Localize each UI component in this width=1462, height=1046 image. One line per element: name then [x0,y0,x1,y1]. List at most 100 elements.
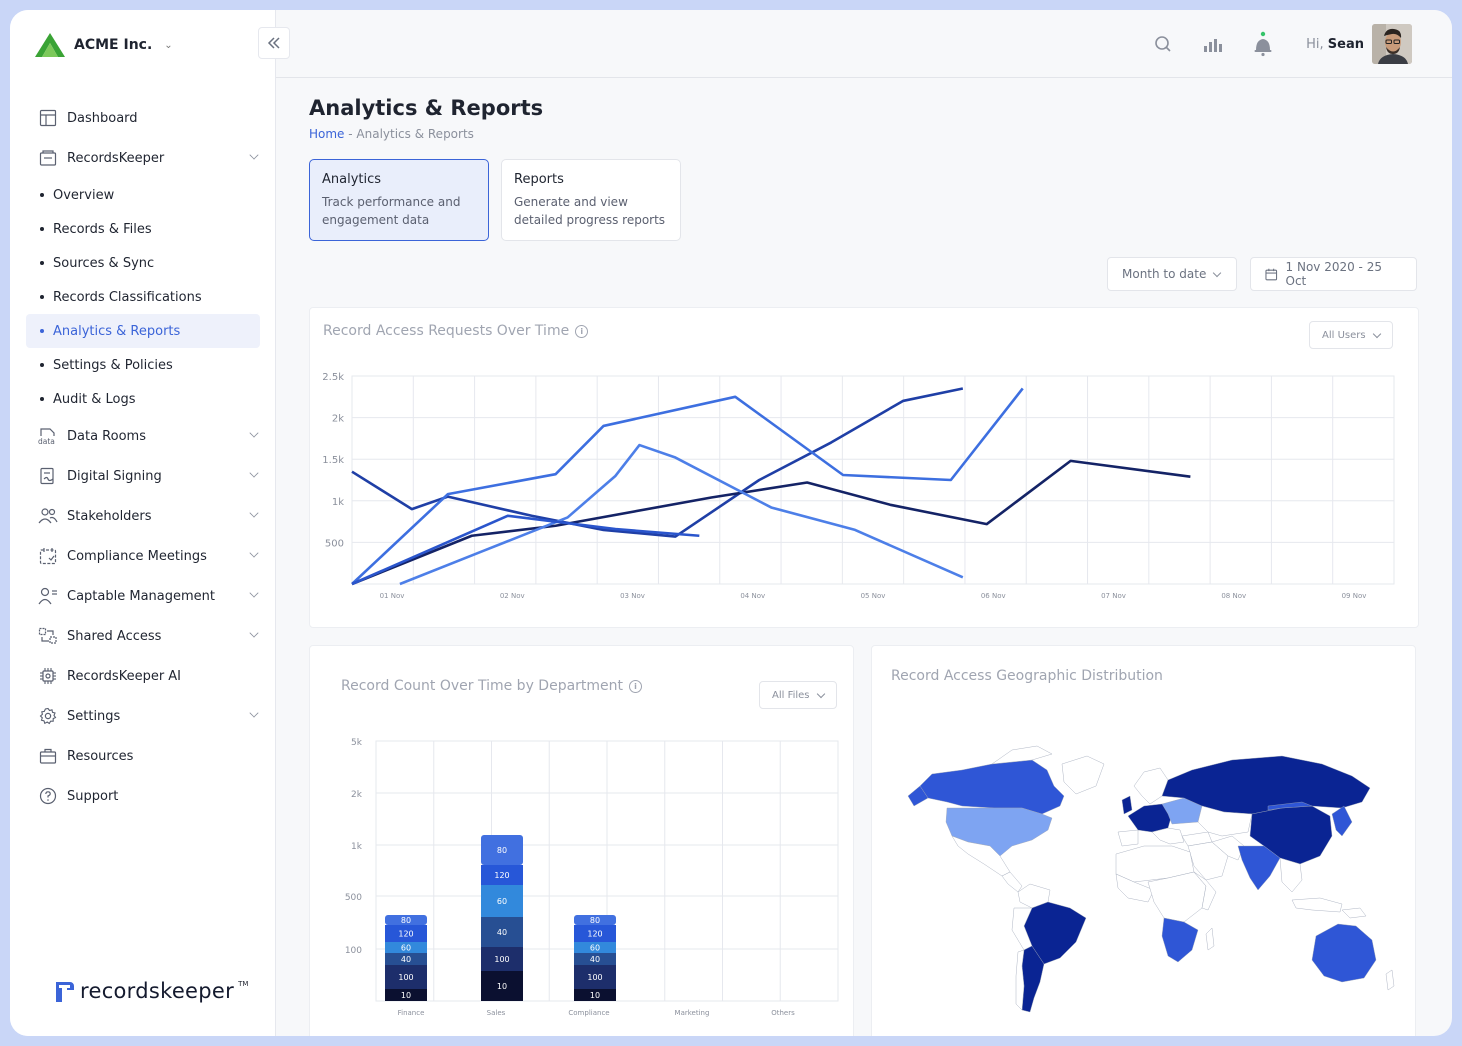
x-tick-label: 03 Nov [620,592,645,600]
briefcase-icon [38,746,58,766]
sidebar-subitem-overview[interactable]: Overview [26,178,260,212]
sidebar-item-settings[interactable]: Settings [26,696,260,736]
bar-data-label: 10 [590,991,600,1000]
sidebar-subitem-records-files[interactable]: Records & Files [26,212,260,246]
chevron-down-icon [249,588,259,598]
chevron-down-icon [249,508,259,518]
bar-data-label: 60 [590,944,600,953]
double-chevron-left-icon [267,37,280,49]
y-tick-label: 2k [351,790,363,800]
sidebar-subitem-label: Sources & Sync [53,255,155,271]
sidebar-item-captable-management[interactable]: Captable Management [26,576,260,616]
sidebar-item-label: Dashboard [67,110,138,126]
bar-data-label: 10 [497,982,507,991]
org-switcher[interactable]: ACME Inc. ⌄ [34,30,173,60]
stakeholders-icon [38,506,58,526]
sidebar-subitem-label: Records & Files [53,221,152,237]
tab-analytics[interactable]: Analytics Track performance and engageme… [309,159,489,241]
breadcrumb: Home - Analytics & Reports [309,127,474,141]
x-tick-label: Others [771,1009,795,1017]
sidebar-subitem-audit-logs[interactable]: Audit & Logs [26,382,260,416]
x-tick-label: 09 Nov [1342,592,1367,600]
sidebar-item-label: Compliance Meetings [67,548,207,564]
recordskeeper-logo-icon [56,982,74,1002]
sidebar-item-dashboard[interactable]: Dashboard [26,98,260,138]
x-tick-label: Marketing [675,1009,710,1017]
chevron-down-icon [1213,268,1222,277]
y-tick-label: 2.5k [322,372,344,383]
tab-analytics-title: Analytics [322,172,382,187]
bell-icon[interactable] [1250,31,1276,57]
avatar[interactable] [1372,24,1412,64]
map-region-madagascar [1205,927,1215,951]
plot-border [351,375,1395,585]
y-tick-label: 100 [345,946,362,956]
date-range-picker[interactable]: 1 Nov 2020 - 25 Oct [1250,257,1417,291]
ai-chip-icon [38,666,58,686]
x-tick-label: 07 Nov [1101,592,1126,600]
bar-data-label: 100 [494,955,509,964]
breadcrumb-current: Analytics & Reports [356,127,474,141]
sidebar-item-label: Settings [67,708,121,724]
analytics-icon[interactable] [1200,31,1226,57]
sidebar-item-resources[interactable]: Resources [26,736,260,776]
bar-data-label: 60 [497,897,507,906]
bullet-icon [40,193,44,197]
sidebar-subitem-records-classifications[interactable]: Records Classifications [26,280,260,314]
map-region-greenland [1061,755,1105,795]
sidebar-item-label: Digital Signing [67,468,162,484]
map-region-scandinavia [1133,767,1169,805]
sidebar-item-stakeholders[interactable]: Stakeholders [26,496,260,536]
x-tick-label: 06 Nov [981,592,1006,600]
chevron-down-icon [249,428,259,438]
collapse-sidebar-button[interactable] [258,27,290,59]
tab-reports[interactable]: Reports Generate and view detailed progr… [501,159,681,241]
y-tick-label: 1k [332,497,344,508]
org-name: ACME Inc. [74,37,153,53]
map-region-uk [1121,795,1133,815]
bullet-icon [40,261,44,265]
y-tick-label: 1k [351,842,363,852]
line-chart-grid [351,375,1395,585]
sidebar-item-data-rooms[interactable]: data Data Rooms [26,416,260,456]
period-select[interactable]: Month to date [1107,257,1237,291]
line-chart-card: Record Access Requests Over Time i All U… [309,307,1419,628]
sidebar-subitem-settings-policies[interactable]: Settings & Policies [26,348,260,382]
digital-signing-icon [38,466,58,486]
captable-icon [38,586,58,606]
map-region-canada [919,759,1065,815]
x-tick-label: 02 Nov [500,592,525,600]
sidebar-item-digital-signing[interactable]: Digital Signing [26,456,260,496]
sidebar-item-support[interactable]: Support [26,776,260,816]
bar-stack-sales: 10 100 40 60 120 80 [481,835,523,1001]
sidebar-item-label: Support [67,788,119,804]
chevron-down-icon: ⌄ [164,39,173,51]
breadcrumb-home[interactable]: Home [309,127,344,141]
x-tick-label: 08 Nov [1221,592,1246,600]
bar-data-label: 100 [587,973,602,982]
user-menu[interactable]: Hi, Sean [1300,24,1412,64]
x-tick-label: 05 Nov [861,592,886,600]
map-card: Record Access Geographic Distribution [871,645,1416,1036]
dashboard-icon [38,108,58,128]
series-line-5 [351,514,700,586]
map-region-japan-korea [1331,805,1353,837]
sidebar-item-compliance-meetings[interactable]: Compliance Meetings [26,536,260,576]
y-tick-label: 2k [332,414,344,425]
bar-data-label: 10 [401,991,411,1000]
breadcrumb-separator: - [344,127,357,141]
search-icon[interactable] [1150,31,1176,57]
bullet-icon [40,295,44,299]
sidebar-item-shared-access[interactable]: Shared Access [26,616,260,656]
sidebar-subitem-label: Analytics & Reports [53,323,181,339]
bar-data-label: 120 [398,930,413,939]
sidebar-item-recordskeeper-ai[interactable]: RecordsKeeper AI [26,656,260,696]
sidebar: ACME Inc. ⌄ Dashboard RecordsKeeper Overv… [10,10,276,1036]
date-range-value: 1 Nov 2020 - 25 Oct [1285,260,1382,288]
sidebar-subitem-sources-sync[interactable]: Sources & Sync [26,246,260,280]
bar-data-label: 80 [590,916,600,925]
sidebar-item-recordskeeper[interactable]: RecordsKeeper [26,138,260,178]
sidebar-subitem-label: Overview [53,187,115,203]
sidebar-item-label: RecordsKeeper AI [67,668,182,684]
sidebar-subitem-analytics-reports[interactable]: Analytics & Reports [26,314,260,348]
